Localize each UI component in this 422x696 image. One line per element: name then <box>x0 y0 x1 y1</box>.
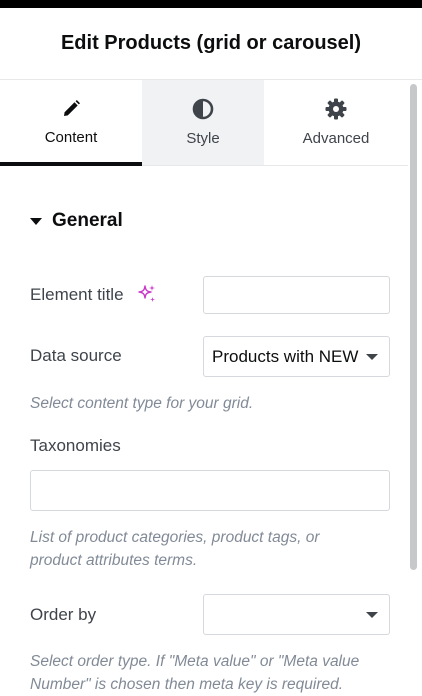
tab-content[interactable]: Content <box>0 80 142 166</box>
scrollbar-thumb[interactable] <box>410 84 417 570</box>
pencil-icon <box>61 99 81 119</box>
taxonomies-input[interactable] <box>30 470 390 511</box>
tab-bar: Content Style Advanced <box>0 80 408 166</box>
section-general-title: General <box>52 210 123 231</box>
caret-down-icon <box>30 217 42 225</box>
order-by-help-line-2: Number" is chosen then meta key is requi… <box>30 676 344 693</box>
taxonomies-help: List of product categories, product tags… <box>30 526 320 572</box>
sparkle-icon[interactable] <box>137 284 157 309</box>
element-title-input[interactable] <box>203 276 390 314</box>
data-source-select[interactable]: Products with NEW <box>203 336 390 377</box>
dropdown-arrow-icon <box>366 353 378 360</box>
order-by-select[interactable] <box>203 594 390 635</box>
tab-advanced-label: Advanced <box>302 130 370 147</box>
gear-icon <box>325 98 347 120</box>
tab-advanced[interactable]: Advanced <box>264 80 408 165</box>
data-source-help: Select content type for your grid. <box>30 395 254 412</box>
tab-style[interactable]: Style <box>142 80 264 165</box>
contrast-icon <box>192 98 214 120</box>
dropdown-arrow-icon <box>366 611 378 618</box>
taxonomies-help-line-2: product attributes terms. <box>30 552 198 569</box>
taxonomies-label: Taxonomies <box>30 436 121 455</box>
taxonomies-help-line-1: List of product categories, product tags… <box>30 529 320 546</box>
order-by-help-line-1: Select order type. If "Meta value" or "M… <box>30 653 360 670</box>
element-title-label: Element title <box>30 285 124 304</box>
tab-style-label: Style <box>186 130 220 147</box>
order-by-help: Select order type. If "Meta value" or "M… <box>30 650 359 696</box>
tab-content-label: Content <box>44 129 98 146</box>
panel-header: Edit Products (grid or carousel) <box>0 8 422 80</box>
panel-title: Edit Products (grid or carousel) <box>60 32 362 54</box>
data-source-label: Data source <box>30 346 122 365</box>
section-general-toggle[interactable]: General <box>30 210 123 232</box>
data-source-value: Products with NEW <box>212 346 359 366</box>
top-bar <box>0 0 422 8</box>
order-by-label: Order by <box>30 605 97 624</box>
